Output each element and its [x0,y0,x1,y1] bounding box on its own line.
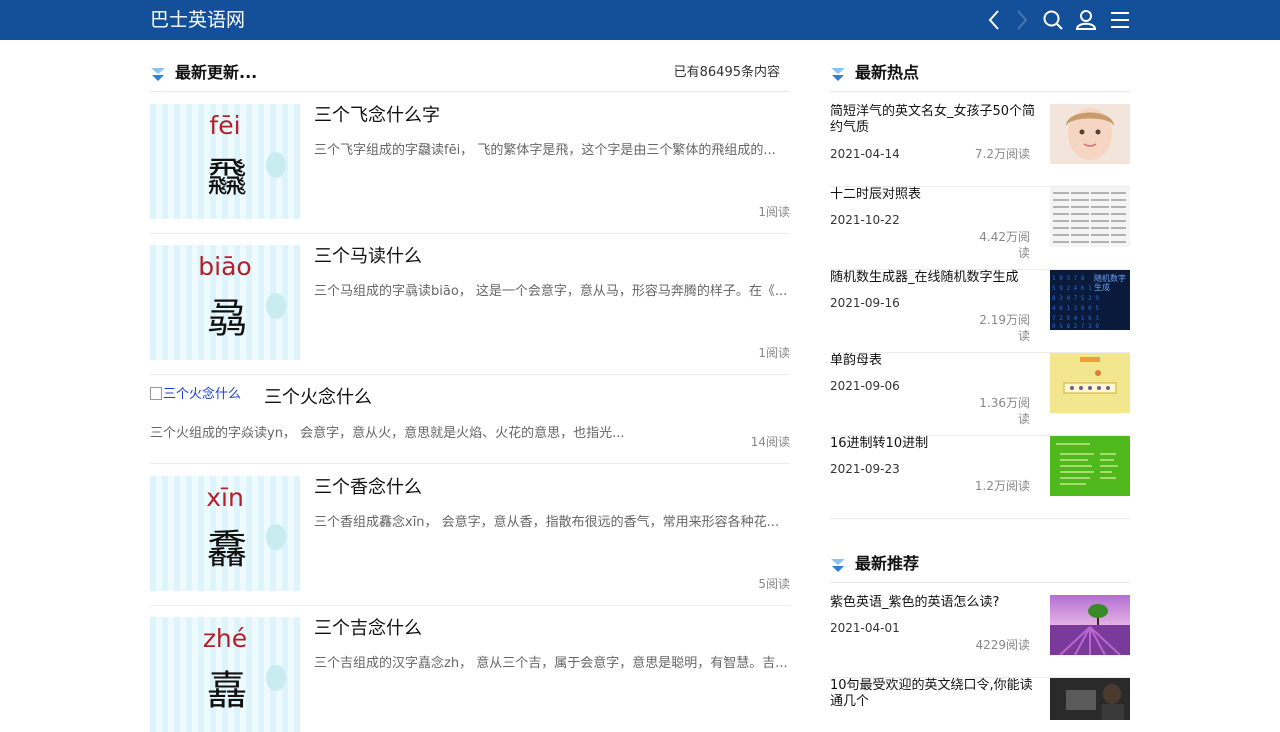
hot-item-title[interactable]: 随机数生成器_在线随机数字生成 [830,270,1040,286]
article-thumbnail[interactable]: biāo 骉 [150,245,300,360]
article-title[interactable]: 三个马读什么 [314,245,422,269]
hot-item[interactable]: 随机数生成器_在线随机数字生成 2021-09-16 2.19万阅读 1 0 3… [830,270,1130,353]
section-arrow-icon [150,67,166,83]
article-item[interactable]: fēi 飝 三个飞念什么字 三个飞字组成的字飝读fēi， 飞的繁体字是飛，这个字… [150,104,790,234]
hot-item-read-count: 7.2万阅读 [974,147,1030,161]
article-item[interactable]: xīn 馫 三个香念什么 三个香组成馫念xīn， 会意字，意从香，指散布很远的香… [150,476,790,606]
chevron-right-icon[interactable] [1009,8,1033,32]
recommend-item-image[interactable] [1050,595,1130,655]
section-arrow-icon [830,558,846,574]
hot-item-date: 2021-09-16 [830,296,900,310]
article-description: 三个飞字组成的字飝读fēi， 飞的繁体字是飛，这个字是由三个繁体的飛组成的... [314,143,776,158]
article-read-count: 5阅读 [758,577,790,591]
hot-item[interactable]: 单韵母表 2021-09-06 1.36万阅读 [830,353,1130,436]
article-item[interactable]: biāo 骉 三个马读什么 三个马组成的字骉读biāo， 这是一个会意字，意从马… [150,245,790,375]
recommend-item[interactable]: 紫色英语_紫色的英语怎么读? 2021-04-01 4229阅读 [830,595,1130,678]
site-logo[interactable]: 巴士英语网 [150,8,245,32]
article-description: 三个马组成的字骉读biāo， 这是一个会意字，意从马，形容马奔腾的样子。在《..… [314,284,788,299]
article-title[interactable]: 三个火念什么 [264,386,372,410]
svg-text:7 2 9 4 1 6 3: 7 2 9 4 1 6 3 [1052,315,1099,322]
thumbnail-decoration [266,665,286,691]
search-icon[interactable] [1041,8,1065,32]
recommend-section-title: 最新推荐 [855,554,920,573]
recommend-section-header: 最新推荐 [830,543,1130,583]
content-count: 已有86495条内容 [673,65,780,80]
hot-item-title[interactable]: 16进制转10进制 [830,436,1040,452]
article-item[interactable]: 三个火念什么 三个火念什么 三个火组成的字焱读yn， 会意字，意从火，意思就是火… [150,386,790,464]
latest-section-title: 最新更新... [175,63,258,82]
hot-item-title[interactable]: 单韵母表 [830,353,1040,369]
svg-text:0 5 8 2 7 3 9: 0 5 8 2 7 3 9 [1052,323,1099,330]
thumbnail-pinyin: fēi [209,111,241,140]
hot-item-date: 2021-10-22 [830,213,900,227]
hot-item-image[interactable]: 1 0 3 7 8 5 9 2 4 6 1 8 3 0 7 5 2 9 4 6 1 … [1050,270,1130,330]
thumbnail-decoration [266,524,286,550]
user-icon[interactable] [1074,8,1098,32]
hot-section-header: 最新热点 [830,52,1130,92]
thumbnail-pinyin: zhé [202,624,248,653]
article-thumbnail[interactable]: xīn 馫 [150,476,300,591]
recommend-item-title[interactable]: 10句最受欢迎的英文绕口令,你能读通几个 [830,678,1040,710]
hot-item[interactable]: 简短洋气的英文名女_女孩子50个简约气质 2021-04-14 7.2万阅读 [830,104,1130,187]
article-title[interactable]: 三个飞念什么字 [314,104,440,128]
hot-item[interactable]: 16进制转10进制 2021-09-23 1.2万阅读 [830,436,1130,519]
hot-item-image[interactable] [1050,436,1130,496]
hot-item-image[interactable] [1050,353,1130,413]
article-thumbnail[interactable]: fēi 飝 [150,104,300,219]
top-navigation-bar: 巴士英语网 [0,0,1280,40]
hot-item-title[interactable]: 简短洋气的英文名女_女孩子50个简约气质 [830,104,1040,136]
svg-text:1 0 3 7 8: 1 0 3 7 8 [1052,275,1085,282]
hot-section-title: 最新热点 [855,63,920,82]
recommend-item[interactable]: 10句最受欢迎的英文绕口令,你能读通几个 [830,678,1130,720]
article-description: 三个吉组成的汉字嚞念zh， 意从三个吉，属于会意字，意思是聪明，有智慧。吉... [314,656,788,671]
thumbnail-decoration [266,152,286,178]
hot-item-read-count: 4.42万阅读 [979,230,1030,260]
article-description: 三个香组成馫念xīn， 会意字，意从香，指散布很远的香气，常用来形容各种花... [314,515,780,530]
svg-text:4 6 1 3 8 0 5: 4 6 1 3 8 0 5 [1052,305,1099,312]
hot-item-read-count: 1.2万阅读 [974,479,1030,493]
article-read-count: 1阅读 [758,205,790,219]
hot-item-date: 2021-09-23 [830,462,900,476]
hot-item-date: 2021-09-06 [830,379,900,393]
hot-item-image[interactable] [1050,187,1130,247]
broken-image-icon [150,387,162,400]
article-description: 三个火组成的字焱读yn， 会意字，意从火，意思就是火焰、火花的意思，也指光... [150,426,625,441]
svg-text:5 9 2 4 6 1: 5 9 2 4 6 1 [1052,285,1092,292]
article-item[interactable]: zhé 嚞 三个吉念什么 三个吉组成的汉字嚞念zh， 意从三个吉，属于会意字，意… [150,617,790,732]
svg-text:8 3 0 7 5 2 9: 8 3 0 7 5 2 9 [1052,295,1099,302]
recommend-item-date: 2021-04-01 [830,621,900,635]
section-arrow-icon [830,67,846,83]
hot-item-read-count: 2.19万阅读 [979,313,1030,343]
article-thumbnail[interactable]: zhé 嚞 [150,617,300,732]
hot-item-read-count: 1.36万阅读 [979,396,1030,426]
latest-section-header: 最新更新... 已有86495条内容 [150,52,790,92]
thumbnail-pinyin: biāo [198,252,252,281]
broken-image[interactable]: 三个火念什么 [150,387,241,403]
article-title[interactable]: 三个香念什么 [314,476,422,500]
article-title[interactable]: 三个吉念什么 [314,617,422,641]
recommend-item-title[interactable]: 紫色英语_紫色的英语怎么读? [830,595,1040,611]
hot-item[interactable]: 十二时辰对照表 2021-10-22 4.42万阅读 [830,187,1130,270]
hot-item-date: 2021-04-14 [830,147,900,161]
article-read-count: 14阅读 [750,435,790,449]
thumbnail-pinyin: xīn [206,483,244,512]
hot-item-image[interactable] [1050,104,1130,164]
article-read-count: 1阅读 [758,346,790,360]
hot-item-title[interactable]: 十二时辰对照表 [830,187,1040,203]
recommend-item-image[interactable] [1050,678,1130,720]
recommend-item-read-count: 4229阅读 [975,638,1030,652]
thumbnail-decoration [266,293,286,319]
menu-icon[interactable] [1108,8,1132,32]
broken-image-alt: 三个火念什么 [163,387,242,402]
chevron-left-icon[interactable] [983,8,1007,32]
